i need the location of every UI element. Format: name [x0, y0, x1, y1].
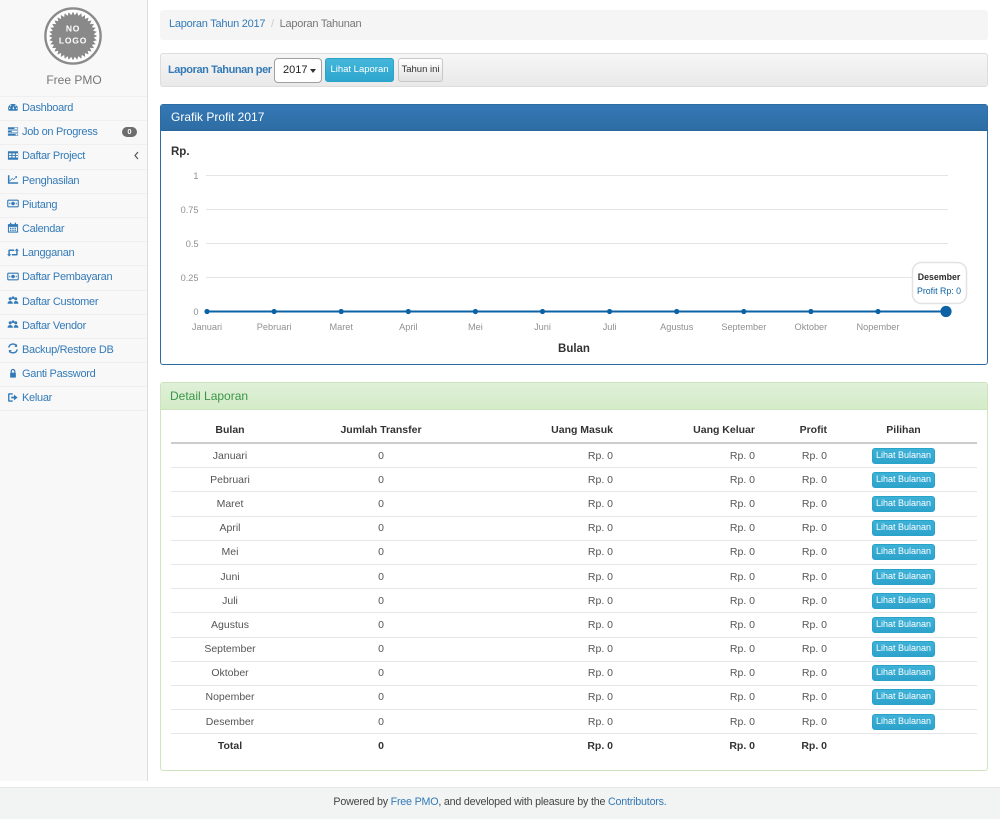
svg-text:Juli: Juli [603, 322, 617, 332]
svg-text:NO: NO [66, 24, 80, 34]
svg-text:Profit Rp: 0: Profit Rp: 0 [917, 286, 961, 296]
svg-text:September: September [721, 322, 766, 332]
svg-text:Januari: Januari [192, 322, 222, 332]
svg-text:Maret: Maret [329, 322, 353, 332]
svg-text:Nopember: Nopember [857, 322, 900, 332]
svg-text:Juni: Juni [534, 322, 551, 332]
svg-text:LOGO: LOGO [59, 36, 87, 46]
svg-text:Rp.: Rp. [171, 146, 190, 158]
svg-text:Pebruari: Pebruari [257, 322, 292, 332]
svg-text:0.75: 0.75 [181, 205, 199, 215]
svg-text:Mei: Mei [468, 322, 483, 332]
svg-text:0.25: 0.25 [181, 273, 199, 283]
svg-text:Agustus: Agustus [660, 322, 694, 332]
svg-text:0: 0 [193, 307, 198, 317]
svg-text:0.5: 0.5 [186, 239, 199, 249]
svg-text:Desember: Desember [918, 272, 961, 282]
svg-text:Bulan: Bulan [558, 343, 590, 355]
svg-text:1: 1 [193, 171, 198, 181]
svg-text:Oktober: Oktober [795, 322, 828, 332]
svg-text:April: April [399, 322, 417, 332]
